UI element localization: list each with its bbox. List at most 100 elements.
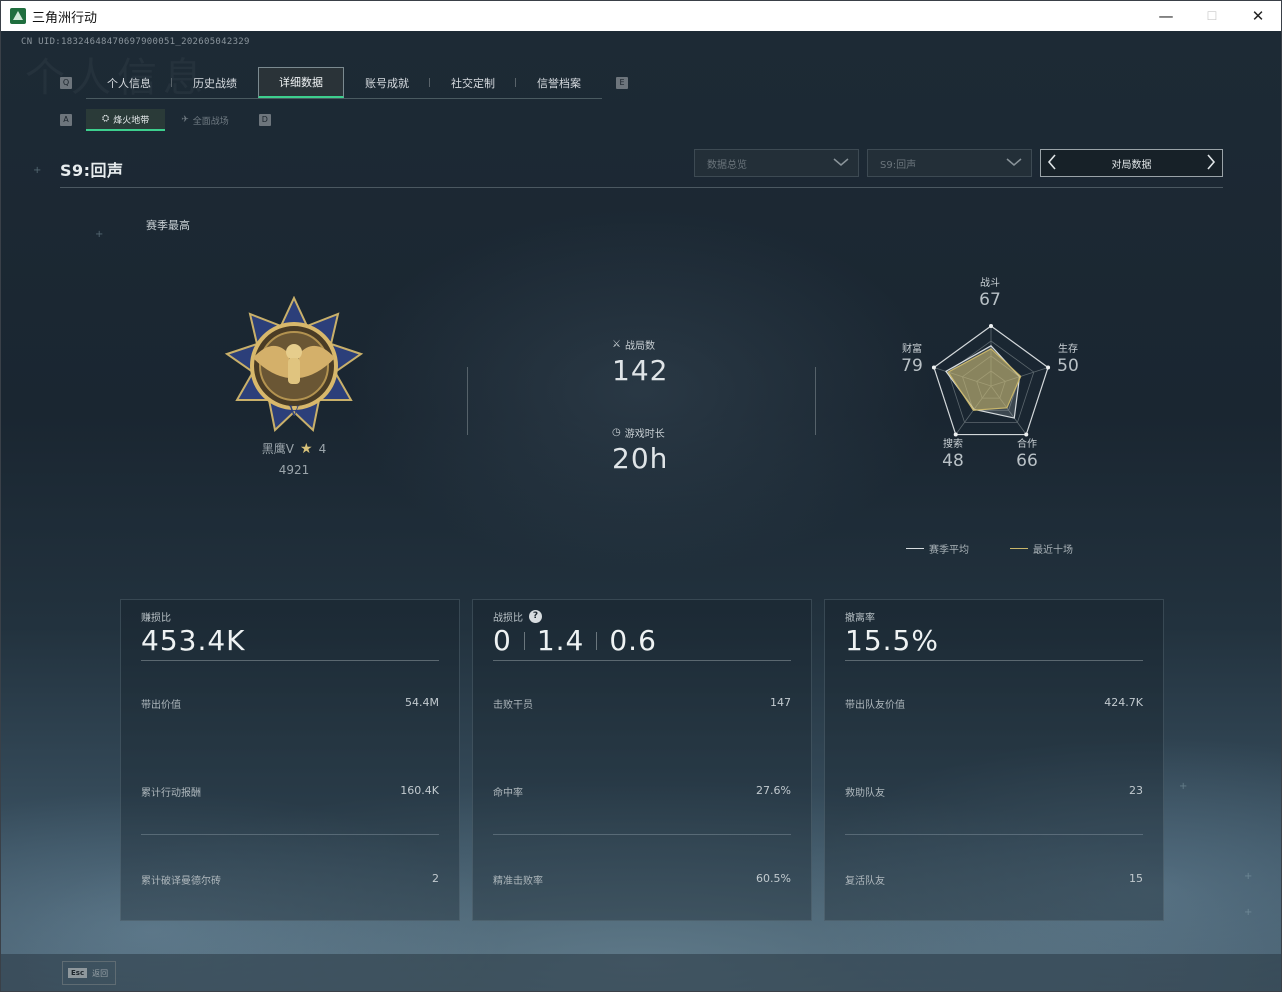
vertical-divider xyxy=(467,367,468,435)
tab-detailed-data[interactable]: 详细数据 xyxy=(258,67,344,98)
row-value: 2 xyxy=(432,872,439,885)
close-button[interactable]: ✕ xyxy=(1235,1,1281,31)
panel-title: 撤离率 xyxy=(845,613,875,624)
tab-label: 个人信息 xyxy=(107,76,151,90)
row-value: 60.5% xyxy=(756,872,791,885)
cross-decor-icon: + xyxy=(95,229,104,240)
radar-value-survival: 50 xyxy=(1057,356,1079,376)
matches-label: 战局数 xyxy=(624,341,655,352)
star-icon: ★ xyxy=(300,440,313,457)
primary-nav: Q 个人信息 历史战绩 详细数据 账号成就 社交定制 信誉档案 E xyxy=(60,67,628,99)
svg-text:V: V xyxy=(288,404,300,420)
kd-value-0: 0 xyxy=(493,624,512,657)
tab-social[interactable]: 社交定制 xyxy=(430,67,516,98)
chevron-left-icon[interactable] xyxy=(1047,153,1057,175)
chevron-down-icon xyxy=(1005,156,1023,171)
tab-label: 社交定制 xyxy=(451,76,495,90)
playtime-stat: ◷ 游戏时长 20h xyxy=(612,425,668,475)
legend-recent-ten: 最近十场 xyxy=(1010,541,1073,556)
subnav-next-key[interactable]: D xyxy=(258,114,271,126)
tab-label: 信誉档案 xyxy=(537,76,581,90)
tab-label: 详细数据 xyxy=(279,76,323,89)
row-label: 击败干员 xyxy=(493,700,533,711)
radar-vertex-dot xyxy=(989,324,993,328)
minimize-button[interactable]: — xyxy=(1143,1,1189,31)
rank-medal-icon: V xyxy=(223,295,365,436)
maximize-button[interactable]: ☐ xyxy=(1189,1,1235,31)
row-value: 160.4K xyxy=(400,784,439,797)
row-value: 23 xyxy=(1129,784,1143,797)
panel-title: 赚损比 xyxy=(141,613,171,624)
tab-reputation[interactable]: 信誉档案 xyxy=(516,67,602,98)
sub-nav: A ⛭ 烽火地带 ✈ 全面战场 D xyxy=(60,109,271,131)
row-divider xyxy=(845,834,1143,835)
subtab-battlefield[interactable]: ✈ 全面战场 xyxy=(165,109,245,131)
rank-block: V 黑鹰V ★ 4 4921 xyxy=(223,295,365,477)
window-title: 三角洲行动 xyxy=(32,10,98,26)
playtime-label: 游戏时长 xyxy=(624,429,665,440)
cross-decor-icon: + xyxy=(33,165,42,176)
kd-panel: 战损比 ? 0 1.4 0.6 击败干员 147 命中率 27.6% 精准击败率 60… xyxy=(472,599,812,921)
radar-value-combat: 67 xyxy=(979,290,1001,310)
match-data-switcher[interactable]: 对局数据 xyxy=(1040,149,1223,177)
chevron-right-icon[interactable] xyxy=(1206,153,1216,175)
back-label: 返回 xyxy=(92,968,109,978)
game-client: 个人信息 CN UID:18324648470697900051_2026050… xyxy=(1,31,1281,991)
row-label: 带出队友价值 xyxy=(845,700,905,711)
kd-divider xyxy=(596,631,598,650)
row-label: 命中率 xyxy=(493,788,523,799)
legend-label: 赛季平均 xyxy=(929,545,969,556)
cross-decor-icon: + xyxy=(1244,907,1253,918)
panel-divider xyxy=(141,660,439,661)
kd-divider xyxy=(523,631,525,650)
row-value: 54.4M xyxy=(405,696,439,709)
panel-title: 战损比 xyxy=(493,613,523,624)
row-value: 424.7K xyxy=(1104,696,1143,709)
radar-label-survival: 生存 xyxy=(1058,344,1078,355)
clock-icon: ◷ xyxy=(612,427,621,438)
footer-bar xyxy=(1,954,1281,991)
switcher-label: 对局数据 xyxy=(1111,159,1152,171)
rank-name-row: 黑鹰V ★ 4 xyxy=(223,440,365,457)
dropdown-value: S9:回声 xyxy=(880,159,917,171)
panel-row: 击败干员 147 xyxy=(493,696,791,711)
tab-achievements[interactable]: 账号成就 xyxy=(344,67,430,98)
radar-label-combat: 战斗 xyxy=(980,278,1000,289)
tab-match-history[interactable]: 历史战绩 xyxy=(172,67,258,98)
nav-prev-key[interactable]: Q xyxy=(60,77,72,89)
row-value: 15 xyxy=(1129,872,1143,885)
nav-next-key[interactable]: E xyxy=(616,77,628,89)
primary-tabs: 个人信息 历史战绩 详细数据 账号成就 社交定制 信誉档案 xyxy=(86,67,602,99)
subtab-flame-zone[interactable]: ⛭ 烽火地带 xyxy=(86,109,166,131)
season-dropdown[interactable]: S9:回声 xyxy=(867,149,1032,177)
row-label: 复活队友 xyxy=(845,876,885,887)
data-scope-dropdown[interactable]: 数据总览 xyxy=(694,149,859,177)
row-label: 带出价值 xyxy=(141,700,181,711)
row-label: 精准击败率 xyxy=(493,876,543,887)
panel-row: 带出队友价值 424.7K xyxy=(845,696,1143,711)
help-icon[interactable]: ? xyxy=(529,610,542,623)
cross-decor-icon: + xyxy=(1179,781,1188,792)
flame-zone-icon: ⛭ xyxy=(102,114,110,124)
matches-value: 142 xyxy=(612,354,669,387)
subtab-label: 烽火地带 xyxy=(113,115,150,126)
radar-vertex-dot xyxy=(931,365,936,370)
kd-value-2: 0.6 xyxy=(609,624,657,657)
panel-row: 复活队友 15 xyxy=(845,872,1143,887)
panel-row: 累计破译曼德尔砖 2 xyxy=(141,872,439,887)
panel-row: 救助队友 23 xyxy=(845,784,1143,799)
rank-score: 4921 xyxy=(278,463,310,477)
panel-row: 命中率 27.6% xyxy=(493,784,791,799)
back-button[interactable]: Esc 返回 xyxy=(62,961,116,985)
matches-stat: ⚔ 战局数 142 xyxy=(612,337,668,387)
vertical-divider xyxy=(815,367,816,435)
row-divider xyxy=(493,834,791,835)
legend-season-avg: 赛季平均 xyxy=(906,541,969,556)
tab-personal-info[interactable]: 个人信息 xyxy=(86,67,172,98)
rank-stars: 4 xyxy=(318,441,327,456)
season-best-label: 赛季最高 xyxy=(146,219,190,232)
kd-values: 0 1.4 0.6 xyxy=(493,624,657,657)
subnav-prev-key[interactable]: A xyxy=(60,114,72,126)
esc-keycap: Esc xyxy=(68,968,88,978)
row-label: 救助队友 xyxy=(845,788,885,799)
